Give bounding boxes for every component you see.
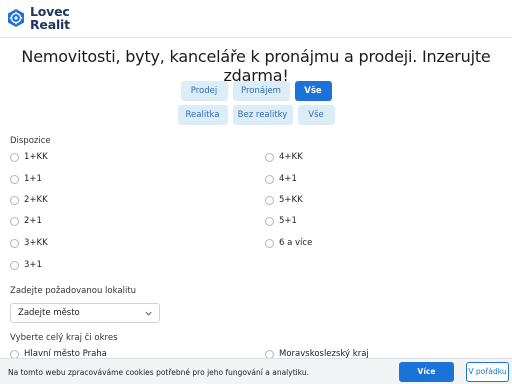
- cookie-banner: Na tomto webu zpracováváme cookies potře…: [0, 358, 512, 384]
- city-select[interactable]: Zadejte město: [10, 303, 160, 323]
- chevron-down-icon: [145, 311, 152, 316]
- radio-circle-icon: [265, 174, 274, 184]
- disposition-option-4plus1[interactable]: 4+1: [265, 174, 297, 184]
- logo-line-2: Realit: [30, 17, 70, 32]
- disposition-option-5plus1[interactable]: 5+1: [265, 216, 297, 226]
- cookie-accept-button[interactable]: V pořádku: [466, 362, 509, 382]
- radio-circle-icon: [10, 216, 19, 226]
- seller-type-realitka-button[interactable]: Realitka: [177, 105, 228, 125]
- radio-label: 3+1: [24, 260, 42, 270]
- region-label: Vyberte celý kraj či okres: [10, 333, 118, 343]
- cookie-more-info-button[interactable]: Více informací: [399, 362, 454, 382]
- disposition-option-1plus1[interactable]: 1+1: [10, 174, 42, 184]
- disposition-option-6-a-vice[interactable]: 6 a více: [265, 238, 312, 248]
- radio-label: 5+KK: [279, 195, 303, 205]
- seller-type-bez-realitky-button[interactable]: Bez realitky: [232, 105, 293, 125]
- radio-label: 5+1: [279, 216, 297, 226]
- logo-wordmark: Lovec Realit: [30, 5, 70, 31]
- radio-circle-icon: [10, 152, 19, 162]
- radio-circle-icon: [10, 260, 19, 270]
- radio-label: 6 a více: [279, 238, 313, 248]
- cookie-text: Na tomto webu zpracováváme cookies potře…: [8, 368, 309, 377]
- radio-label: 1+1: [24, 174, 42, 184]
- radio-circle-icon: [10, 174, 19, 184]
- site-header: Lovec Realit: [0, 0, 512, 38]
- radio-circle-icon: [265, 216, 274, 226]
- offer-type-toggle: Prodej Pronájem Vše: [0, 81, 512, 101]
- radio-circle-icon: [265, 195, 274, 205]
- radio-label: 4+1: [279, 174, 297, 184]
- logo-target-icon: [8, 9, 24, 27]
- radio-circle-icon: [265, 238, 274, 248]
- radio-label: 3+KK: [24, 238, 48, 248]
- disposition-option-2kk[interactable]: 2+KK: [10, 195, 48, 205]
- radio-circle-icon: [10, 195, 19, 205]
- disposition-option-5kk[interactable]: 5+KK: [265, 195, 303, 205]
- disposition-option-2plus1[interactable]: 2+1: [10, 216, 42, 226]
- offer-type-prodej-button[interactable]: Prodej: [180, 81, 228, 101]
- radio-label: 2+1: [24, 216, 42, 226]
- offer-type-vse-button[interactable]: Vše: [294, 81, 332, 101]
- seller-type-vse-button[interactable]: Vše: [297, 105, 335, 125]
- disposition-option-3plus1[interactable]: 3+1: [10, 260, 42, 270]
- city-select-value: Zadejte město: [18, 308, 80, 318]
- offer-type-pronajem-button[interactable]: Pronájem: [232, 81, 290, 101]
- disposition-label: Dispozice: [10, 136, 51, 146]
- radio-label: 1+KK: [24, 152, 48, 162]
- logo[interactable]: Lovec Realit: [6, 5, 70, 31]
- page-headline: Nemovitosti, byty, kanceláře k pronájmu …: [21, 47, 491, 85]
- disposition-option-1kk[interactable]: 1+KK: [10, 152, 48, 162]
- seller-type-toggle: Realitka Bez realitky Vše: [0, 105, 512, 125]
- radio-circle-icon: [265, 152, 274, 162]
- radio-circle-icon: [10, 238, 19, 248]
- location-label: Zadejte požadovanou lokalitu: [10, 286, 137, 296]
- disposition-option-4kk[interactable]: 4+KK: [265, 152, 303, 162]
- disposition-option-3kk[interactable]: 3+KK: [10, 238, 48, 248]
- radio-label: 4+KK: [279, 152, 303, 162]
- radio-label: 2+KK: [24, 195, 48, 205]
